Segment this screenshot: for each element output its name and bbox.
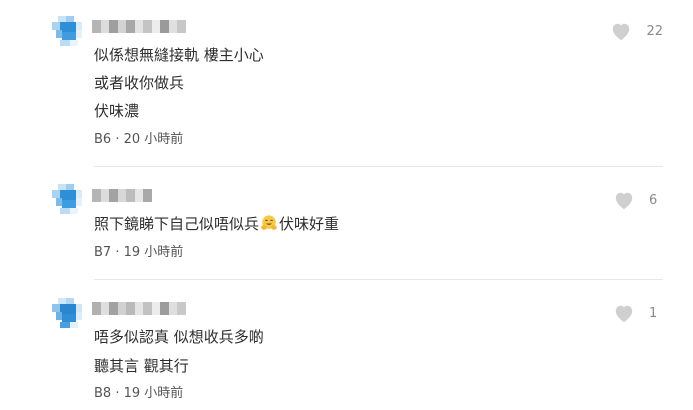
like-button[interactable]: 1 <box>613 303 663 323</box>
heart-icon <box>615 305 633 323</box>
username-redacted[interactable] <box>92 302 186 315</box>
comment-b8: 1 唔多似認真 似想收兵多啲 聽其言 觀其行 B8 · 19 小時前 <box>0 0 693 410</box>
avatar[interactable] <box>52 298 84 330</box>
like-count: 1 <box>649 305 658 321</box>
timestamp: 19 小時前 <box>123 386 184 401</box>
floor-number[interactable]: B8 <box>94 386 111 401</box>
meta-separator: · <box>115 386 120 401</box>
comment-meta: B8 · 19 小時前 <box>94 386 183 402</box>
comment-line: 聽其言 觀其行 <box>94 357 189 375</box>
comment-line: 唔多似認真 似想收兵多啲 <box>94 328 264 346</box>
